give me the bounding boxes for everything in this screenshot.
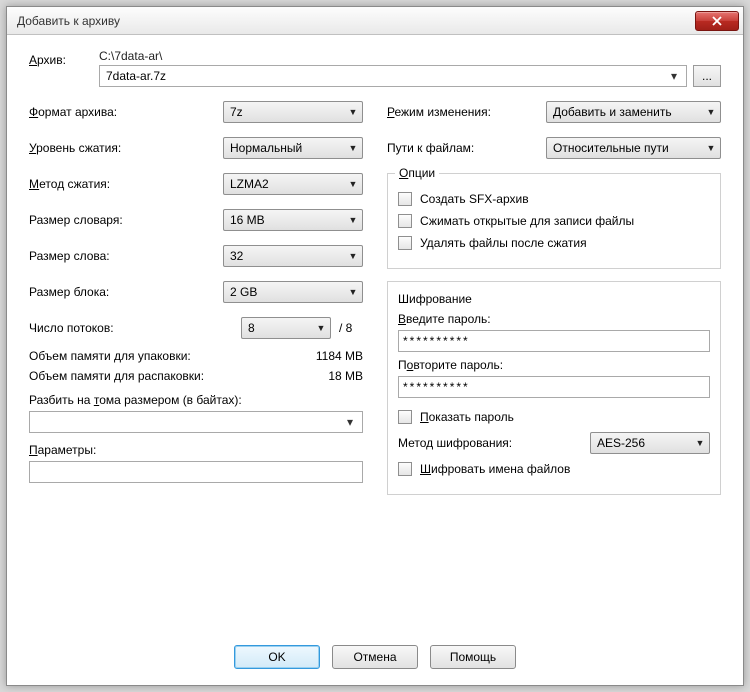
enc-method-label: Метод шифрования: [398,436,590,450]
show-password-checkbox[interactable] [398,410,412,424]
chevron-down-icon: ▼ [704,143,718,153]
window-title: Добавить к архиву [17,14,695,28]
options-group: Опции Создать SFX-архив Сжимать открытые… [387,173,721,269]
left-column: Формат архива: 7z▼ Уровень сжатия: Норма… [29,101,363,495]
cancel-button[interactable]: Отмена [332,645,418,669]
openfiles-label: Сжимать открытые для записи файлы [420,214,634,228]
split-label: Разбить на тома размером (в байтах): [29,393,363,407]
threads-select[interactable]: 8▼ [241,317,331,339]
help-button[interactable]: Помощь [430,645,516,669]
split-combo[interactable]: ▾ [29,411,363,433]
mem-unpack-value: 18 MB [303,369,363,383]
chevron-down-icon: ▾ [342,415,358,429]
update-mode-select[interactable]: Добавить и заменить▼ [546,101,721,123]
chevron-down-icon: ▼ [314,323,328,333]
footer: OK Отмена Помощь [7,633,743,685]
browse-button[interactable]: ... [693,65,721,87]
format-select[interactable]: 7z▼ [223,101,363,123]
chevron-down-icon: ▼ [346,251,360,261]
archive-row: Архив: C:\7data-ar\ 7data-ar.7z ▾ ... [29,49,721,87]
word-label: Размер слова: [29,249,223,263]
mem-pack-label: Объем памяти для упаковки: [29,349,303,363]
titlebar: Добавить к архиву [7,7,743,35]
chevron-down-icon: ▾ [666,69,682,83]
right-column: Режим изменения: Добавить и заменить▼ Пу… [387,101,721,495]
dictionary-select[interactable]: 16 MB▼ [223,209,363,231]
block-label: Размер блока: [29,285,223,299]
sfx-label: Создать SFX-архив [420,192,529,206]
archive-path: C:\7data-ar\ [99,49,721,63]
close-icon [712,16,722,26]
path-mode-select[interactable]: Относительные пути▼ [546,137,721,159]
threads-label: Число потоков: [29,321,233,335]
sfx-checkbox[interactable] [398,192,412,206]
level-select[interactable]: Нормальный▼ [223,137,363,159]
options-legend: Опции [395,166,439,180]
delete-after-checkbox[interactable] [398,236,412,250]
params-label: Параметры: [29,443,363,457]
archive-filename-combo[interactable]: 7data-ar.7z ▾ [99,65,687,87]
mem-pack-value: 1184 MB [303,349,363,363]
password1-label: Введите пароль: [398,312,710,326]
encryption-group: Шифрование Введите пароль: Повторите пар… [387,281,721,495]
dictionary-label: Размер словаря: [29,213,223,227]
password1-input[interactable] [398,330,710,352]
chevron-down-icon: ▼ [346,107,360,117]
chevron-down-icon: ▼ [346,287,360,297]
level-label: Уровень сжатия: [29,141,223,155]
method-label: Метод сжатия: [29,177,223,191]
ok-button[interactable]: OK [234,645,320,669]
mem-unpack-label: Объем памяти для распаковки: [29,369,303,383]
password2-label: Повторите пароль: [398,358,710,372]
dialog-body: Архив: C:\7data-ar\ 7data-ar.7z ▾ ... [7,35,743,633]
chevron-down-icon: ▼ [693,438,707,448]
encryption-legend: Шифрование [398,292,710,306]
format-label: Формат архива: [29,105,223,119]
archive-label: Архив: [29,49,89,67]
path-mode-label: Пути к файлам: [387,141,546,155]
enc-method-select[interactable]: AES-256▼ [590,432,710,454]
close-button[interactable] [695,11,739,31]
delete-after-label: Удалять файлы после сжатия [420,236,587,250]
chevron-down-icon: ▼ [346,179,360,189]
params-input[interactable] [29,461,363,483]
word-select[interactable]: 32▼ [223,245,363,267]
method-select[interactable]: LZMA2▼ [223,173,363,195]
update-mode-label: Режим изменения: [387,105,546,119]
chevron-down-icon: ▼ [346,143,360,153]
chevron-down-icon: ▼ [346,215,360,225]
encrypt-names-checkbox[interactable] [398,462,412,476]
dialog-window: Добавить к архиву Архив: C:\7data-ar\ 7d… [6,6,744,686]
chevron-down-icon: ▼ [704,107,718,117]
encrypt-names-label: Шифровать имена файлов [420,462,570,476]
block-select[interactable]: 2 GB▼ [223,281,363,303]
threads-max: / 8 [339,321,363,335]
password2-input[interactable] [398,376,710,398]
show-password-label: Показать пароль [420,410,514,424]
openfiles-checkbox[interactable] [398,214,412,228]
